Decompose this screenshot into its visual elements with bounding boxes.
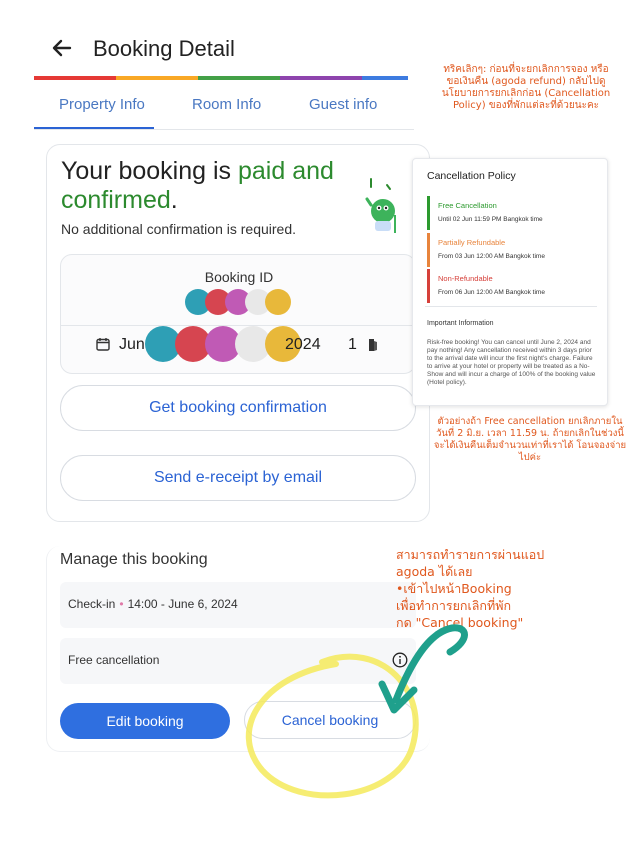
important-info-label: Important Information bbox=[427, 320, 494, 327]
nights-count: 1 bbox=[348, 336, 357, 353]
annotation-how-to: สามารถทำรายการผ่านแอป agoda ได้เลย •เข้า… bbox=[396, 546, 606, 631]
annotation-how-to-line: กด "Cancel booking" bbox=[396, 615, 524, 630]
cancel-booking-button[interactable]: Cancel booking bbox=[244, 701, 416, 739]
booking-status-card: Your booking is paid and confirmed. No a… bbox=[46, 144, 430, 522]
stripe-segment bbox=[116, 76, 198, 80]
tabs-divider bbox=[34, 129, 414, 130]
important-info-text: Risk-free booking! You can cancel until … bbox=[427, 339, 596, 386]
booking-id-box: Booking ID Jun 2024 1 bbox=[60, 254, 416, 374]
booking-status-heading: Your booking is paid and confirmed. bbox=[61, 157, 361, 215]
info-icon[interactable] bbox=[392, 652, 408, 668]
booking-id-label: Booking ID bbox=[204, 269, 274, 285]
policy-item-name: Partially Refundable bbox=[438, 238, 506, 247]
send-receipt-button[interactable]: Send e-receipt by email bbox=[60, 455, 416, 501]
checkin-month: Jun bbox=[119, 336, 145, 353]
cancellation-policy-card: Cancellation Policy Free Cancellation Un… bbox=[412, 158, 608, 406]
stripe-segment bbox=[362, 76, 408, 80]
tab-bar: Property Info Room Info Guest info Ca bbox=[34, 82, 414, 130]
status-suffix: . bbox=[170, 186, 178, 214]
stripe-segment bbox=[34, 76, 116, 80]
tab-guest-info[interactable]: Guest info bbox=[309, 96, 377, 113]
confirmation-subtext: No additional confirmation is required. bbox=[61, 221, 297, 237]
annotation-how-to-line: เพื่อทำการยกเลิกที่พัก bbox=[396, 598, 512, 613]
edit-booking-button[interactable]: Edit booking bbox=[60, 703, 230, 739]
policy-item-date: Until 02 Jun 11:59 PM Bangkok time bbox=[438, 216, 543, 223]
redaction-dot bbox=[265, 289, 291, 315]
status-prefix: Your booking is bbox=[61, 157, 238, 185]
annotation-how-to-line: สามารถทำรายการผ่านแอป bbox=[396, 547, 545, 562]
status-highlight-1: paid and bbox=[237, 157, 334, 185]
stripe-segment bbox=[198, 76, 280, 80]
redacted-booking-id bbox=[185, 289, 291, 315]
redacted-dates bbox=[145, 326, 301, 362]
policy-title: Cancellation Policy bbox=[427, 170, 516, 182]
checkin-label: Check-in bbox=[68, 597, 116, 611]
moon-icon bbox=[369, 339, 377, 351]
annotation-how-to-line: agoda ได้เลย bbox=[396, 564, 473, 579]
policy-item-name: Non-Refundable bbox=[438, 274, 493, 283]
stripe-segment bbox=[280, 76, 362, 80]
policy-item-name: Free Cancellation bbox=[438, 201, 497, 210]
annotation-how-to-line: •เข้าไปหน้าBooking bbox=[396, 581, 512, 596]
policy-divider bbox=[425, 306, 597, 307]
checkin-row: Check-in • 14:00 - June 6, 2024 bbox=[60, 582, 416, 628]
policy-item: Partially Refundable From 03 Jun 12:00 A… bbox=[427, 233, 597, 267]
checkin-value: 14:00 - June 6, 2024 bbox=[127, 597, 238, 611]
checkin-year: 2024 bbox=[285, 336, 321, 353]
bullet-separator: • bbox=[119, 597, 124, 611]
free-cancellation-label: Free cancellation bbox=[68, 653, 160, 667]
free-cancellation-row[interactable]: Free cancellation bbox=[60, 638, 416, 684]
annotation-example: ตัวอย่างถ้า Free cancellation ยกเลิกภายใ… bbox=[433, 416, 627, 463]
calendar-icon bbox=[96, 338, 110, 351]
arrow-left-icon[interactable] bbox=[48, 34, 76, 62]
policy-item: Free Cancellation Until 02 Jun 11:59 PM … bbox=[427, 196, 597, 230]
manage-title: Manage this booking bbox=[60, 551, 208, 568]
policy-item-date: From 03 Jun 12:00 AM Bangkok time bbox=[438, 253, 545, 260]
policy-item-date: From 06 Jun 12:00 AM Bangkok time bbox=[438, 289, 545, 296]
policy-color-bar bbox=[427, 196, 430, 230]
policy-color-bar bbox=[427, 269, 430, 303]
page-title: Booking Detail bbox=[93, 36, 235, 61]
checkin-text: Check-in • 14:00 - June 6, 2024 bbox=[68, 597, 238, 611]
mascot-illustration bbox=[365, 178, 396, 233]
status-highlight-2: confirmed bbox=[61, 186, 171, 214]
tab-room-info[interactable]: Room Info bbox=[192, 96, 261, 113]
get-confirmation-button[interactable]: Get booking confirmation bbox=[60, 385, 416, 431]
policy-item: Non-Refundable From 06 Jun 12:00 AM Bang… bbox=[427, 269, 597, 303]
tab-property-info[interactable]: Property Info bbox=[59, 96, 145, 113]
policy-color-bar bbox=[427, 233, 430, 267]
annotation-tip: ทริคเลิกๆ: ก่อนที่จะยกเลิกการจอง หรือขอเ… bbox=[441, 64, 611, 111]
